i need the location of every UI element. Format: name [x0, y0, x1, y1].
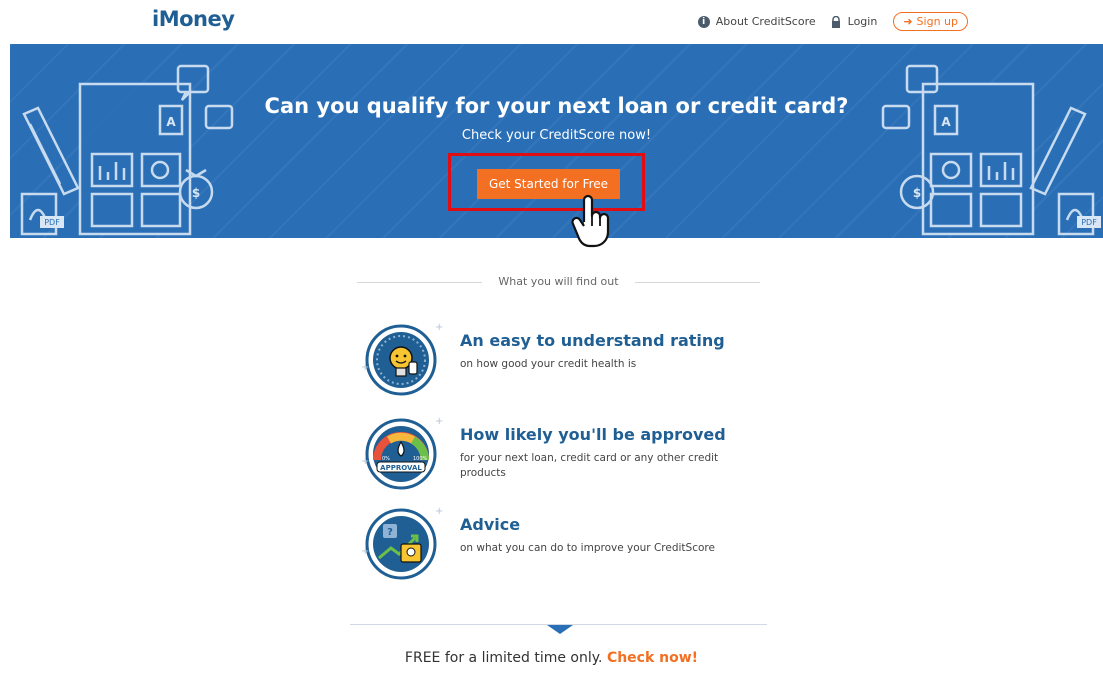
svg-text:+: + — [361, 546, 369, 557]
svg-text:$: $ — [192, 186, 200, 200]
signup-button[interactable]: ➜ Sign up — [893, 12, 968, 31]
login-link[interactable]: Login — [830, 15, 878, 28]
feature-description: on how good your credit health is — [460, 358, 637, 370]
hero-subtitle: Check your CreditScore now! — [461, 128, 652, 143]
svg-text:+: + — [435, 322, 443, 333]
caret-down-icon — [547, 625, 573, 634]
svg-text:$: $ — [913, 186, 921, 200]
svg-text:?: ? — [387, 527, 393, 538]
svg-text:+: + — [435, 416, 443, 427]
feature-description: for your next loan, credit card or any o… — [460, 452, 719, 479]
svg-text:+: + — [361, 362, 369, 373]
lightbulb-gauge-icon: + + — [361, 322, 443, 396]
free-label: FREE — [404, 650, 441, 666]
arrow-right-icon: ➜ — [903, 15, 913, 28]
lock-icon — [831, 15, 840, 28]
divider-right — [635, 282, 760, 283]
feature-description: on what you can do to improve your Credi… — [460, 542, 715, 554]
top-bar: iMoney i About CreditScore Login ➜ Sign … — [0, 0, 1103, 44]
svg-text:100%: 100% — [413, 456, 428, 462]
check-now-link[interactable]: Check now! — [607, 650, 698, 666]
feature-item-advice: ? + + Advice on what you can do to impro… — [355, 500, 775, 590]
svg-text:+: + — [435, 506, 443, 517]
section-heading: What you will find out — [357, 273, 760, 289]
svg-text:APPROVAL: APPROVAL — [380, 464, 422, 472]
login-label: Login — [847, 15, 878, 28]
hero-title: Can you qualify for your next loan or cr… — [264, 94, 849, 118]
svg-text:+: + — [361, 456, 369, 467]
top-nav: i About CreditScore Login ➜ Sign up — [684, 12, 968, 31]
advice-chart-icon: ? + + — [361, 506, 443, 580]
about-creditscore-link[interactable]: i About CreditScore — [697, 15, 816, 28]
about-creditscore-label: About CreditScore — [715, 15, 816, 28]
limited-time-text: for a limited time only. — [440, 650, 607, 666]
imoney-logo[interactable]: iMoney — [152, 7, 235, 31]
svg-text:PDF: PDF — [44, 218, 60, 227]
feature-title: Advice — [460, 515, 521, 534]
svg-text:0%: 0% — [382, 456, 390, 462]
approval-gauge-icon: APPROVAL 0% 100% + + — [361, 416, 443, 490]
svg-text:PDF: PDF — [1081, 218, 1097, 227]
feature-item-approval: APPROVAL 0% 100% + + How likely you'll b… — [355, 410, 775, 500]
limited-time-banner: FREE for a limited time only. Check now! — [0, 650, 1103, 666]
feature-title: How likely you'll be approved — [460, 425, 726, 444]
info-icon: i — [697, 15, 710, 28]
hand-pointer-icon — [571, 194, 610, 248]
feature-title: An easy to understand rating — [460, 331, 725, 350]
signup-label: Sign up — [916, 15, 958, 28]
feature-item-rating: + + An easy to understand rating on how … — [355, 316, 775, 406]
